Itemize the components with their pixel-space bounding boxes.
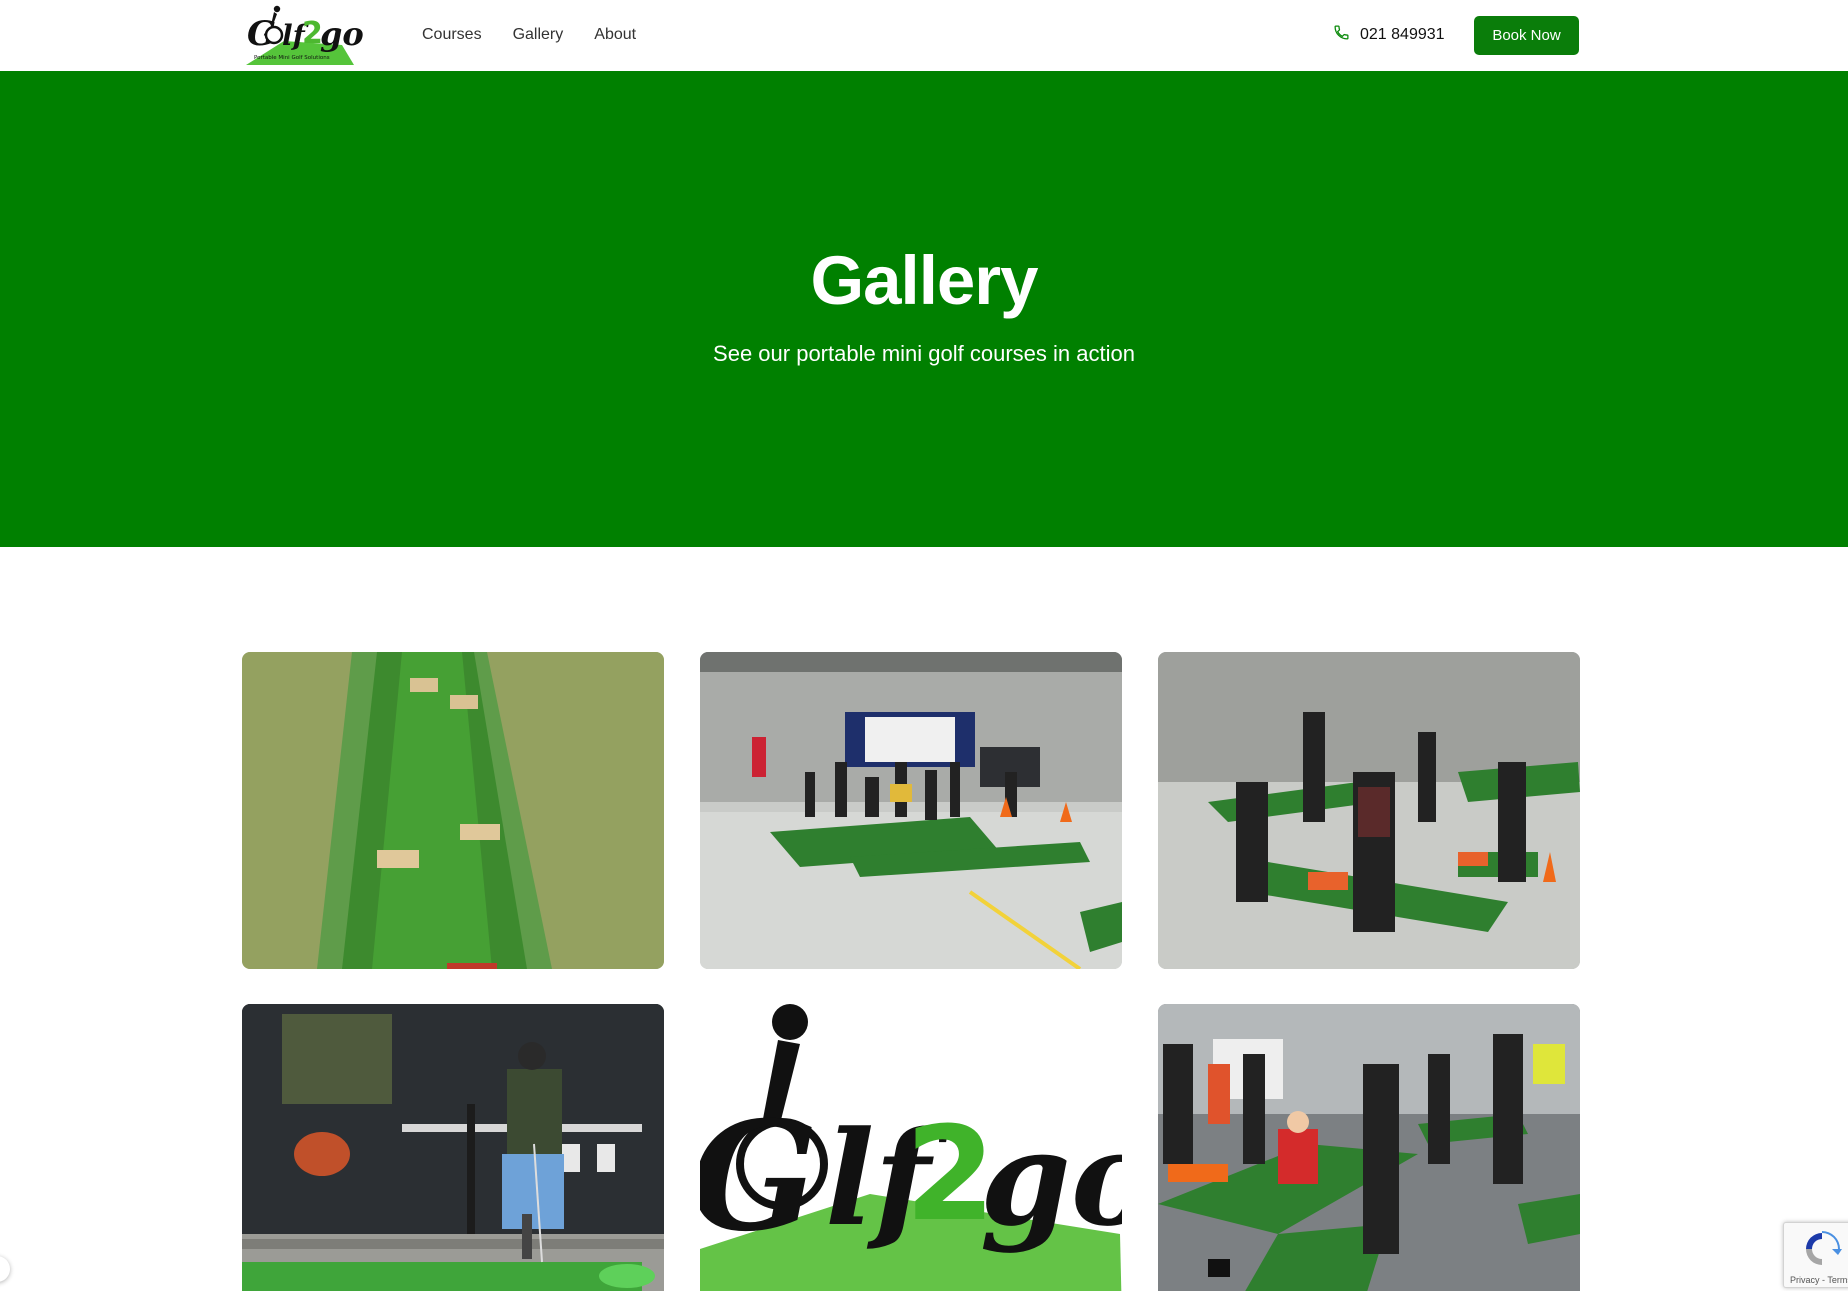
gallery-image[interactable]: [242, 652, 664, 969]
svg-text:G: G: [700, 1089, 818, 1265]
hero-banner: Gallery See our portable mini golf cours…: [0, 71, 1848, 547]
gallery-image[interactable]: G lf 2 go rtable Mini Golf Solutions: [700, 1004, 1122, 1291]
gallery-image[interactable]: [700, 652, 1122, 969]
recaptcha-terms[interactable]: Privacy - Terms: [1790, 1275, 1848, 1285]
phone-link[interactable]: 021 849931: [1333, 0, 1445, 70]
golf2go-logo[interactable]: G lf 2 go Portable Mini Golf Solutions: [244, 1, 372, 67]
book-now-button[interactable]: Book Now: [1474, 16, 1579, 55]
recaptcha-badge[interactable]: Privacy - Terms: [1783, 1222, 1848, 1288]
gallery-image[interactable]: [1158, 1004, 1580, 1291]
svg-text:go: go: [320, 15, 364, 53]
svg-text:go: go: [980, 1102, 1122, 1255]
page-title: Gallery: [810, 242, 1039, 319]
nav-courses[interactable]: Courses: [422, 26, 482, 44]
logo-tagline: Portable Mini Golf Solutions: [254, 55, 330, 61]
phone-icon: [1333, 24, 1350, 46]
gallery-grid: G lf 2 go rtable Mini Golf Solutions: [242, 652, 1580, 1291]
main-nav: Courses Gallery About: [422, 0, 636, 70]
hero-subtitle: See our portable mini golf courses in ac…: [713, 341, 1135, 366]
gallery-image[interactable]: [1158, 652, 1580, 969]
phone-number: 021 849931: [1360, 26, 1445, 43]
recaptcha-icon: [1806, 1231, 1842, 1265]
gallery-image[interactable]: [242, 1004, 664, 1291]
nav-about[interactable]: About: [594, 26, 636, 44]
site-header: G lf 2 go Portable Mini Golf Solutions C…: [0, 0, 1848, 71]
nav-gallery[interactable]: Gallery: [513, 26, 564, 44]
side-widget[interactable]: [0, 1256, 10, 1282]
